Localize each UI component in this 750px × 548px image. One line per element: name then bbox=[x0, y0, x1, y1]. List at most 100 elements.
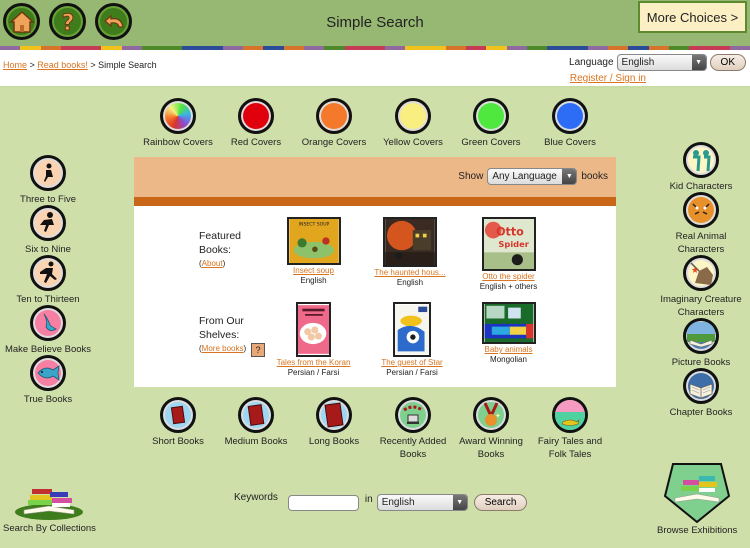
book-title-link[interactable]: Insect soup bbox=[293, 266, 334, 276]
icon-label: Green Covers bbox=[461, 137, 521, 148]
breadcrumb-separator: > bbox=[27, 60, 38, 70]
panel-header: Show Any Language ▼ books bbox=[134, 157, 616, 206]
sidebar-item-kid-characters[interactable]: Kid Characters bbox=[651, 142, 750, 193]
magic-lamp-icon bbox=[552, 397, 588, 433]
color-cover-green-covers[interactable]: Green Covers bbox=[451, 98, 531, 149]
in-label: in bbox=[364, 494, 373, 505]
keywords-input[interactable] bbox=[287, 494, 359, 511]
book-title-link[interactable]: Baby animals bbox=[484, 345, 532, 355]
sidebar-item-chapter-books[interactable]: Chapter Books bbox=[651, 368, 750, 419]
help-question-button[interactable]: ? bbox=[251, 343, 265, 357]
search-language-select[interactable]: English ▼ bbox=[376, 494, 468, 511]
category-long-books[interactable]: Long Books bbox=[292, 397, 376, 448]
more-books-wrapper: (More books) bbox=[199, 344, 247, 353]
icon-label: Real Animal bbox=[675, 231, 727, 242]
short-book-icon bbox=[160, 397, 196, 433]
keyword-search-form: Keywords in English ▼ Search bbox=[234, 492, 528, 511]
book-cover-baby-animals[interactable] bbox=[481, 302, 536, 344]
green-circle-icon bbox=[473, 98, 509, 134]
category-short-books[interactable]: Short Books bbox=[136, 397, 220, 448]
shelf-book-1[interactable]: Tales from the Koran Persian / Farsi bbox=[271, 302, 356, 378]
color-cover-rainbow-covers[interactable]: Rainbow Covers bbox=[138, 98, 218, 149]
language-ok-button[interactable]: OK bbox=[709, 54, 746, 71]
book-cover-otto-the-spider[interactable]: OttoSpider bbox=[481, 217, 536, 271]
icon-label: Fairy Tales and bbox=[537, 436, 603, 447]
category-recently-added-books[interactable]: Recently Added Books bbox=[371, 397, 455, 461]
language-selector-row: Language English ▼ OK bbox=[569, 54, 746, 71]
books-label: books bbox=[581, 171, 608, 182]
book-title-link[interactable]: Tales from the Koran bbox=[277, 358, 351, 368]
register-sign-in-link[interactable]: Register / Sign in bbox=[570, 73, 646, 84]
breadcrumb: Home > Read books! > Simple Search bbox=[3, 60, 157, 70]
svg-text:Otto: Otto bbox=[496, 226, 524, 239]
new-computer-icon bbox=[395, 397, 431, 433]
category-award-winning-books[interactable]: ✦ Award Winning Books bbox=[449, 397, 533, 461]
book-collection-icon bbox=[15, 489, 84, 520]
sidebar-item-ten-to-thirteen[interactable]: Ten to Thirteen bbox=[0, 255, 96, 306]
icon-label: Red Covers bbox=[230, 137, 282, 148]
icon-label: Books bbox=[477, 449, 505, 460]
more-books-link[interactable]: More books bbox=[202, 344, 244, 353]
sidebar-item-true-books[interactable]: True Books bbox=[0, 355, 96, 406]
sidebar-item-make-believe-books[interactable]: Make Believe Books bbox=[0, 305, 96, 356]
breadcrumb-current: Simple Search bbox=[98, 60, 157, 70]
book-cover-the-guest-of-star[interactable] bbox=[393, 302, 431, 357]
featured-books-heading: Featured Books: (About) bbox=[199, 229, 241, 271]
main-panel: Show Any Language ▼ books Featured Books… bbox=[134, 157, 616, 387]
teen-running-icon bbox=[30, 255, 66, 291]
book-title-link[interactable]: The guest of Star bbox=[381, 358, 442, 368]
book-language: Mongolian bbox=[490, 355, 527, 364]
icon-label: Imaginary Creature bbox=[660, 294, 742, 305]
book-language: English bbox=[300, 276, 327, 285]
icon-label: Folk Tales bbox=[548, 449, 592, 460]
language-select-value: English bbox=[621, 57, 655, 68]
language-select[interactable]: English ▼ bbox=[616, 54, 707, 71]
book-title-link[interactable]: Otto the spider bbox=[482, 272, 534, 282]
browse-exhibitions-button[interactable]: Browse Exhibitions bbox=[657, 462, 737, 536]
svg-text:INSECT SOUP: INSECT SOUP bbox=[298, 221, 329, 227]
featured-book-1[interactable]: INSECT SOUP Insect soup English bbox=[276, 217, 351, 286]
search-button[interactable]: Search bbox=[473, 494, 528, 511]
featured-book-3[interactable]: Otto Spider Otto the spider English + oth… bbox=[471, 217, 546, 292]
search-by-collections-button[interactable]: Search By Collections bbox=[3, 484, 96, 534]
color-cover-yellow-covers[interactable]: Yellow Covers bbox=[373, 98, 453, 149]
icon-label: Recently Added bbox=[379, 436, 447, 447]
sidebar-item-three-to-five[interactable]: Three to Five bbox=[0, 155, 96, 206]
shelf-book-3[interactable]: Baby animals Mongolian bbox=[471, 302, 546, 365]
svg-text:Spider: Spider bbox=[498, 239, 529, 249]
breadcrumb-home[interactable]: Home bbox=[3, 60, 27, 70]
sidebar-item-imaginary-creature-characters[interactable]: ★ Imaginary Creature Characters bbox=[651, 255, 750, 319]
sidebar-item-picture-books[interactable]: Picture Books bbox=[651, 318, 750, 369]
kids-icon bbox=[683, 142, 719, 178]
color-cover-blue-covers[interactable]: Blue Covers bbox=[530, 98, 610, 149]
icon-label: True Books bbox=[23, 394, 73, 405]
shelf-book-2[interactable]: The guest of Star Persian / Farsi bbox=[372, 302, 452, 378]
collections-label: Search By Collections bbox=[3, 523, 96, 534]
more-choices-button[interactable]: More Choices > bbox=[638, 1, 747, 33]
shelves-title-1: From Our bbox=[199, 315, 244, 327]
show-language-select[interactable]: Any Language ▼ bbox=[487, 168, 578, 185]
featured-book-2[interactable]: The haunted hous... English bbox=[370, 217, 450, 288]
unicorn-icon: ★ bbox=[683, 255, 719, 291]
svg-text:✦: ✦ bbox=[495, 412, 501, 420]
book-cover-tales-from-the-koran[interactable] bbox=[296, 302, 331, 357]
book-cover-haunted-house[interactable] bbox=[383, 217, 437, 267]
featured-title-2: Books: bbox=[199, 244, 232, 256]
color-cover-orange-covers[interactable]: Orange Covers bbox=[294, 98, 374, 149]
mermaid-icon bbox=[30, 305, 66, 341]
icon-label: Long Books bbox=[308, 436, 360, 447]
color-cover-red-covers[interactable]: Red Covers bbox=[216, 98, 296, 149]
medium-book-icon bbox=[238, 397, 274, 433]
book-cover-insect-soup[interactable]: INSECT SOUP bbox=[286, 217, 341, 265]
show-label: Show bbox=[458, 171, 484, 182]
category-medium-books[interactable]: Medium Books bbox=[214, 397, 298, 448]
dropdown-arrow-icon: ▼ bbox=[452, 495, 467, 510]
icon-label: Blue Covers bbox=[544, 137, 596, 148]
sidebar-item-real-animal-characters[interactable]: Real Animal Characters bbox=[651, 192, 750, 256]
sidebar-item-six-to-nine[interactable]: Six to Nine bbox=[0, 205, 96, 256]
category-fairy-tales-and-folk-tales[interactable]: Fairy Tales and Folk Tales bbox=[528, 397, 612, 461]
icon-label: Orange Covers bbox=[301, 137, 367, 148]
book-title-link[interactable]: The haunted hous... bbox=[374, 268, 445, 278]
about-link[interactable]: About bbox=[202, 259, 223, 268]
breadcrumb-read-books[interactable]: Read books! bbox=[37, 60, 88, 70]
